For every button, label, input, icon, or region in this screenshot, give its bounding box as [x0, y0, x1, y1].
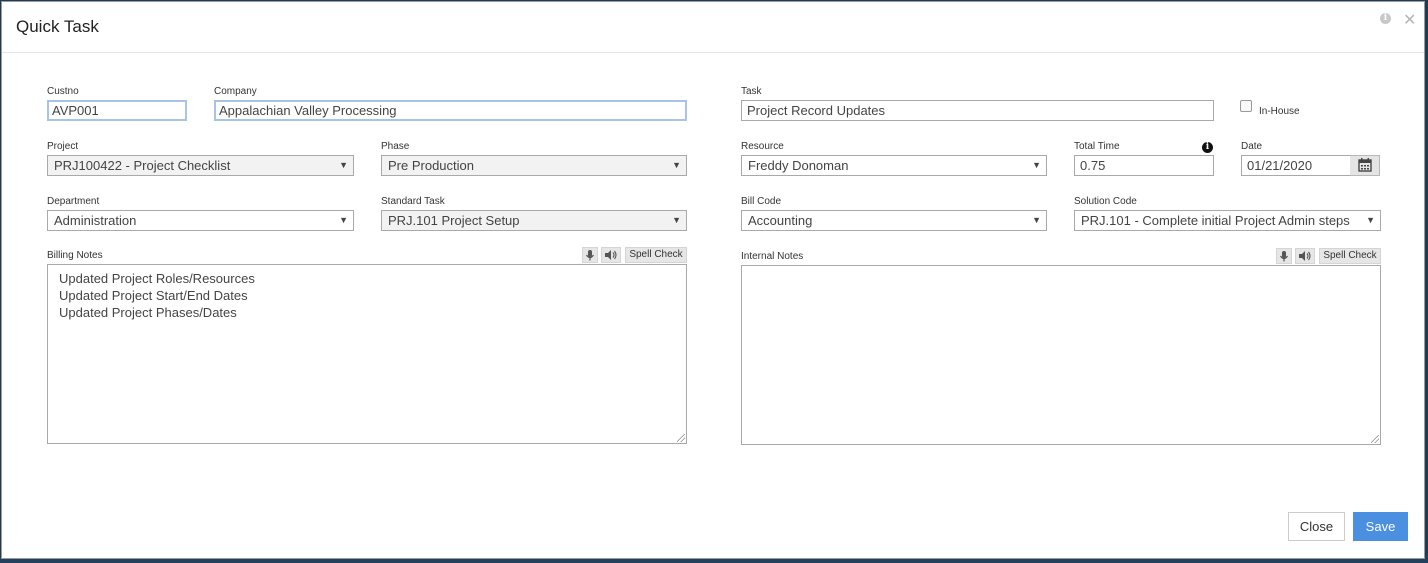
chevron-down-icon: ▼ — [1032, 160, 1041, 170]
total-time-value: 0.75 — [1080, 158, 1106, 173]
company-input[interactable]: Appalachian Valley Processing — [214, 100, 687, 121]
department-value: Administration — [54, 213, 137, 228]
resource-select[interactable]: Freddy Donoman ▼ — [741, 155, 1047, 176]
billing-speaker-button[interactable] — [601, 247, 621, 263]
chevron-down-icon: ▼ — [1366, 215, 1375, 225]
resource-label: Resource — [741, 141, 784, 152]
task-label: Task — [741, 86, 762, 97]
billing-notes-textarea[interactable]: Updated Project Roles/Resources Updated … — [47, 264, 687, 444]
phase-select[interactable]: Pre Production ▼ — [381, 155, 687, 176]
microphone-icon — [586, 250, 594, 261]
date-label: Date — [1241, 141, 1263, 152]
chevron-down-icon: ▼ — [1032, 215, 1041, 225]
project-value: PRJ100422 - Project Checklist — [54, 158, 231, 173]
inhouse-checkbox[interactable] — [1240, 100, 1252, 112]
solution-code-select[interactable]: PRJ.101 - Complete initial Project Admin… — [1074, 210, 1381, 231]
solution-code-value: PRJ.101 - Complete initial Project Admin… — [1081, 213, 1350, 228]
resize-handle[interactable] — [677, 434, 685, 442]
close-icon[interactable]: ✕ — [1403, 10, 1416, 30]
company-label: Company — [214, 86, 257, 97]
calendar-icon — [1358, 158, 1372, 172]
internal-mic-button[interactable] — [1276, 248, 1292, 264]
date-input[interactable]: 01/21/2020 — [1241, 155, 1351, 176]
phase-label: Phase — [381, 141, 410, 152]
dialog-title: Quick Task — [16, 17, 99, 36]
company-value: Appalachian Valley Processing — [219, 103, 397, 118]
billing-note-line: Updated Project Roles/Resources — [59, 271, 255, 286]
standard-task-label: Standard Task — [381, 196, 445, 207]
task-input[interactable]: Project Record Updates — [741, 100, 1214, 121]
project-select[interactable]: PRJ100422 - Project Checklist ▼ — [47, 155, 354, 176]
info-icon[interactable]: i — [1202, 142, 1213, 153]
billing-spell-check-button[interactable]: Spell Check — [625, 247, 687, 263]
solution-code-label: Solution Code — [1074, 196, 1137, 207]
save-button[interactable]: Save — [1353, 512, 1408, 541]
billing-notes-label: Billing Notes — [47, 250, 103, 261]
internal-spell-check-button[interactable]: Spell Check — [1319, 248, 1381, 264]
standard-task-value: PRJ.101 Project Setup — [388, 213, 520, 228]
department-label: Department — [47, 196, 100, 207]
department-select[interactable]: Administration ▼ — [47, 210, 354, 231]
chevron-down-icon: ▼ — [672, 160, 681, 170]
custno-label: Custno — [47, 86, 79, 97]
billing-note-line: Updated Project Phases/Dates — [59, 305, 237, 320]
total-time-label: Total Time — [1074, 141, 1120, 152]
speaker-icon — [1299, 251, 1311, 261]
total-time-input[interactable]: 0.75 — [1074, 155, 1214, 176]
billing-mic-button[interactable] — [582, 247, 598, 263]
internal-notes-label: Internal Notes — [741, 251, 804, 262]
internal-notes-textarea[interactable] — [741, 265, 1381, 445]
internal-speaker-button[interactable] — [1295, 248, 1315, 264]
inhouse-label: In-House — [1259, 106, 1300, 117]
resize-handle[interactable] — [1371, 435, 1379, 443]
custno-input[interactable]: AVP001 — [47, 100, 187, 121]
info-icon[interactable]: i — [1380, 13, 1391, 24]
chevron-down-icon: ▼ — [339, 160, 348, 170]
dialog-header: Quick Task i ✕ — [2, 2, 1424, 53]
resource-value: Freddy Donoman — [748, 158, 849, 173]
bill-code-select[interactable]: Accounting ▼ — [741, 210, 1047, 231]
calendar-button[interactable] — [1350, 155, 1380, 176]
close-button[interactable]: Close — [1288, 512, 1345, 541]
speaker-icon — [605, 250, 617, 260]
standard-task-select[interactable]: PRJ.101 Project Setup ▼ — [381, 210, 687, 231]
project-label: Project — [47, 141, 79, 152]
billing-note-line: Updated Project Start/End Dates — [59, 288, 248, 303]
chevron-down-icon: ▼ — [672, 215, 681, 225]
chevron-down-icon: ▼ — [339, 215, 348, 225]
phase-value: Pre Production — [388, 158, 474, 173]
microphone-icon — [1280, 251, 1288, 262]
task-value: Project Record Updates — [747, 103, 886, 118]
bill-code-label: Bill Code — [741, 196, 782, 207]
custno-value: AVP001 — [52, 103, 99, 118]
date-value: 01/21/2020 — [1247, 158, 1313, 173]
bill-code-value: Accounting — [748, 213, 813, 228]
